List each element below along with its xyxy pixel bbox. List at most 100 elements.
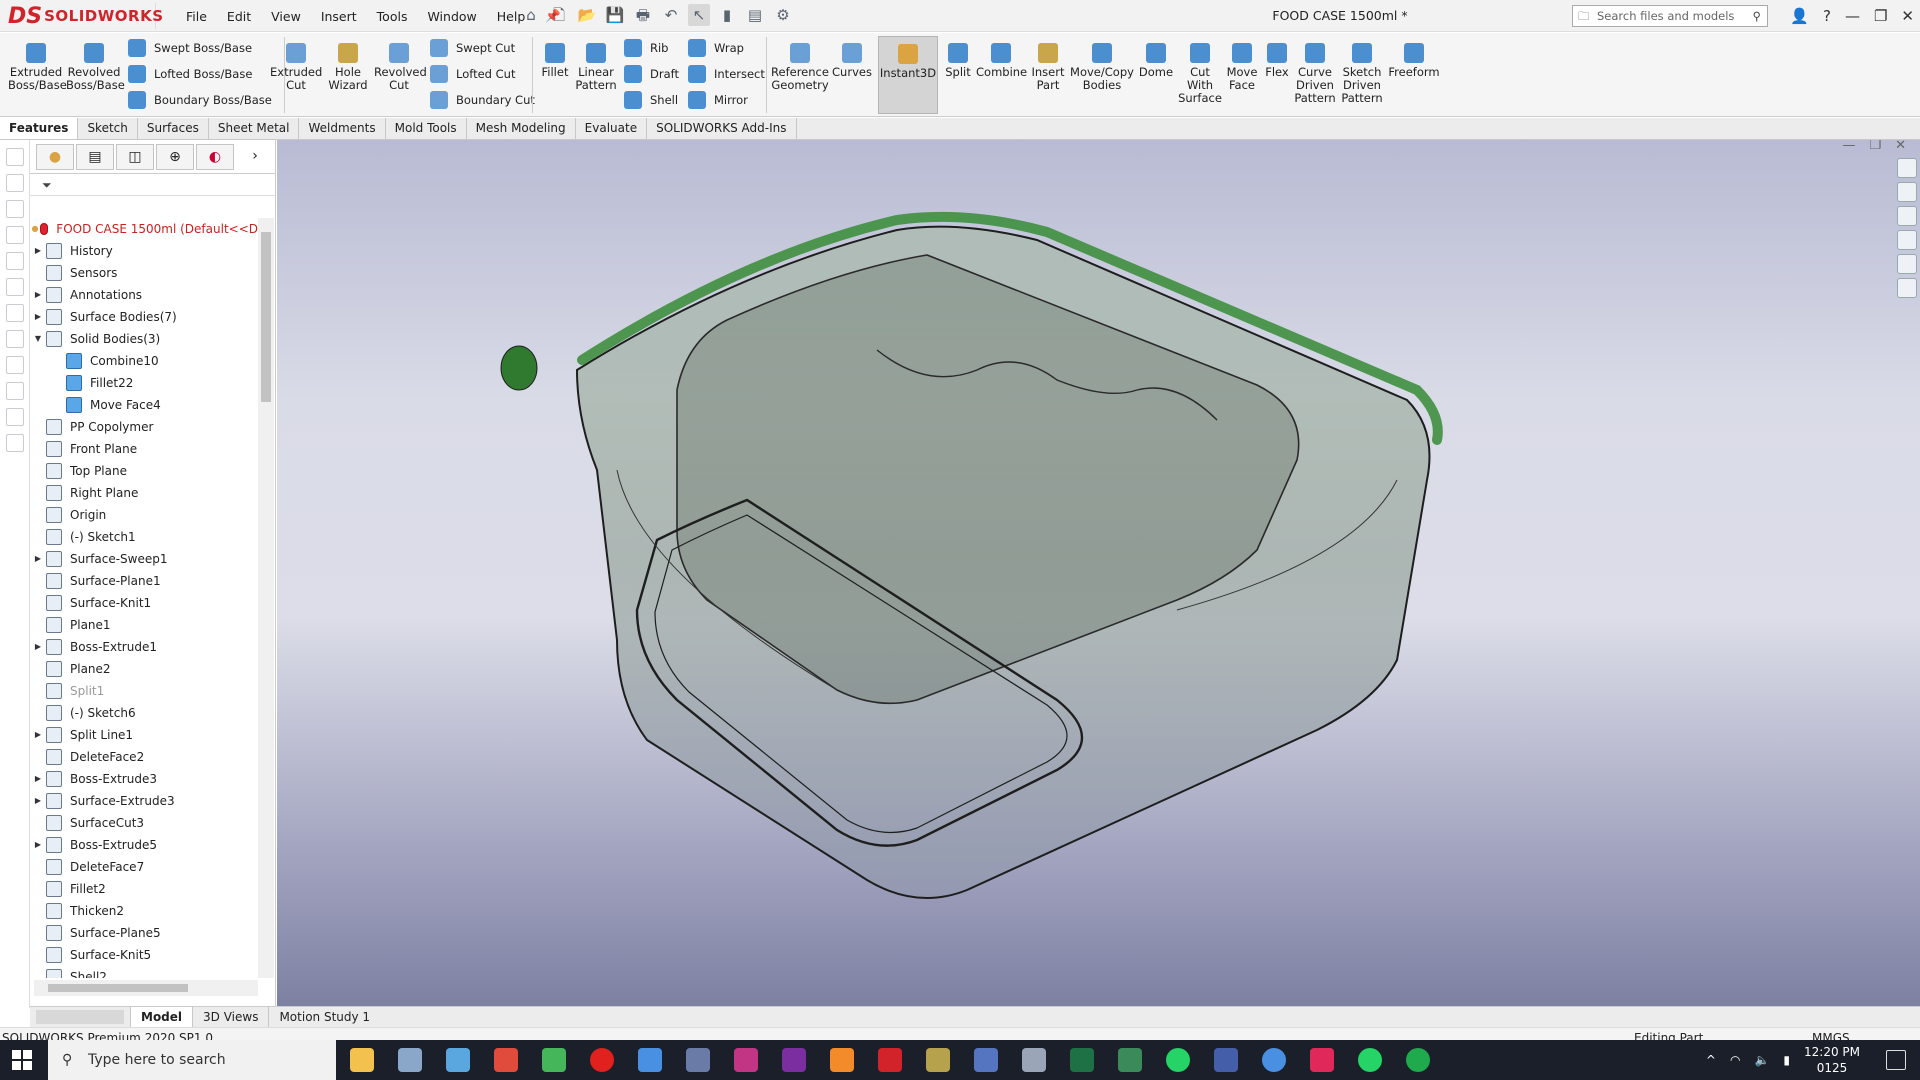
revolved-cut-button[interactable]: Revolved Cut [374, 43, 427, 92]
tree-item[interactable]: DeleteFace7 [30, 856, 258, 878]
lofted-boss-button[interactable]: Lofted Boss/Base [128, 63, 252, 85]
tab-motion-study[interactable]: Motion Study 1 [268, 1007, 380, 1027]
options-gear-icon[interactable]: ⚙ [772, 4, 794, 26]
tree-item[interactable]: ▶ Boss-Extrude3 [30, 768, 258, 790]
tree-item[interactable]: Fillet2 [30, 878, 258, 900]
rebuild-icon[interactable]: ▮ [716, 4, 738, 26]
hole-wizard-button[interactable]: Hole Wizard [322, 43, 374, 92]
move-face-button[interactable]: Move Face [1224, 43, 1260, 92]
chrome-taskbar-icon[interactable] [494, 1048, 518, 1072]
record-taskbar-icon[interactable] [590, 1048, 614, 1072]
sketch-driven-pattern-button[interactable]: Sketch Driven Pattern [1338, 43, 1386, 105]
tab-addins[interactable]: SOLIDWORKS Add-Ins [647, 118, 797, 139]
extruded-cut-button[interactable]: Extruded Cut [270, 43, 322, 92]
tree-item[interactable]: Thicken2 [30, 900, 258, 922]
app-taskbar-icon[interactable] [782, 1048, 806, 1072]
instagram-taskbar-icon[interactable] [734, 1048, 758, 1072]
tree-item[interactable]: DeleteFace2 [30, 746, 258, 768]
print-icon[interactable]: 🖶 [632, 4, 654, 26]
configuration-manager-icon[interactable]: ◫ [116, 143, 154, 170]
strip-tool-icon[interactable] [6, 356, 24, 374]
tab-model[interactable]: Model [130, 1007, 193, 1027]
menu-tools[interactable]: Tools [377, 9, 408, 24]
tab-features[interactable]: Features [0, 118, 79, 139]
expand-arrow-icon[interactable]: ▶ [30, 284, 46, 306]
excel-taskbar-icon[interactable] [1070, 1048, 1094, 1072]
tree-item[interactable]: PP Copolymer [30, 416, 258, 438]
viewport-minimize-icon[interactable]: — [1842, 140, 1855, 153]
expand-arrow-icon[interactable]: ▶ [30, 834, 46, 856]
tree-item[interactable]: Move Face4 [30, 394, 258, 416]
move-copy-bodies-button[interactable]: Move/Copy Bodies [1070, 43, 1134, 92]
viewport-close-icon[interactable]: ✕ [1895, 140, 1906, 153]
tree-item[interactable]: Shell2 [30, 966, 258, 978]
wrap-button[interactable]: Wrap [688, 37, 744, 59]
menu-edit[interactable]: Edit [227, 9, 251, 24]
clock[interactable]: 12:20 PM 0125 [1804, 1044, 1860, 1076]
tree-item[interactable]: ▶ Surface-Sweep1 [30, 548, 258, 570]
tab-scroll-controls[interactable] [36, 1010, 124, 1024]
app-taskbar-icon[interactable] [1214, 1048, 1238, 1072]
strip-tool-icon[interactable] [6, 200, 24, 218]
strip-tool-icon[interactable] [6, 382, 24, 400]
tree-item[interactable]: ▶ History [30, 240, 258, 262]
combine-button[interactable]: Combine [976, 43, 1027, 79]
boundary-cut-button[interactable]: Boundary Cut [430, 89, 535, 111]
tree-item[interactable]: Surface-Knit1 [30, 592, 258, 614]
expand-arrow-icon[interactable]: ▶ [30, 724, 46, 746]
help-icon[interactable]: ? [1823, 7, 1831, 25]
draft-button[interactable]: Draft [624, 63, 679, 85]
tree-item[interactable]: Origin [30, 504, 258, 526]
search-input[interactable]: 🗀 Search files and models ⚲ [1572, 5, 1768, 27]
linear-pattern-button[interactable]: Linear Pattern [574, 43, 618, 92]
tree-item[interactable]: Surface-Plane5 [30, 922, 258, 944]
calculator-taskbar-icon[interactable] [686, 1048, 710, 1072]
dimxpert-icon[interactable]: ⊕ [156, 143, 194, 170]
scroll-thumb[interactable] [48, 984, 188, 992]
tree-item[interactable]: ▶ Annotations [30, 284, 258, 306]
tree-filter[interactable]: ⏷ [30, 174, 275, 196]
tab-sketch[interactable]: Sketch [78, 118, 138, 139]
strip-tool-icon[interactable] [6, 278, 24, 296]
tree-item[interactable]: (-) Sketch1 [30, 526, 258, 548]
search-icon[interactable]: ⚲ [1753, 6, 1761, 26]
file-properties-icon[interactable]: ▤ [744, 4, 766, 26]
app-taskbar-icon[interactable] [974, 1048, 998, 1072]
boundary-boss-button[interactable]: Boundary Boss/Base [128, 89, 272, 111]
solidworks-resources-icon[interactable] [1897, 158, 1917, 178]
freeform-button[interactable]: Freeform [1388, 43, 1440, 79]
tab-mold-tools[interactable]: Mold Tools [386, 118, 467, 139]
extruded-boss-button[interactable]: Extruded Boss/Base [8, 43, 67, 92]
tree-item[interactable]: ▶ Surface Bodies(7) [30, 306, 258, 328]
expand-arrow-icon[interactable]: ▶ [30, 240, 46, 262]
insert-part-button[interactable]: Insert Part [1028, 43, 1068, 92]
collapse-arrow-icon[interactable]: ▼ [30, 328, 46, 350]
close-icon[interactable]: ✕ [1901, 7, 1914, 25]
expand-arrow-icon[interactable]: ▶ [30, 768, 46, 790]
new-document-icon[interactable]: 🗋 [548, 4, 570, 26]
undo-icon[interactable]: ↶ [660, 4, 682, 26]
split-button[interactable]: Split [940, 43, 976, 79]
tree-item[interactable]: ▼ Solid Bodies(3) [30, 328, 258, 350]
strip-tool-icon[interactable] [6, 148, 24, 166]
cut-with-surface-button[interactable]: Cut With Surface [1178, 43, 1222, 105]
solidworks-taskbar-icon[interactable] [878, 1048, 902, 1072]
tab-3d-views[interactable]: 3D Views [192, 1007, 268, 1027]
scroll-thumb[interactable] [261, 232, 271, 402]
taskbar-search[interactable]: ⚲ Type here to search [48, 1040, 336, 1080]
lofted-cut-button[interactable]: Lofted Cut [430, 63, 515, 85]
reference-geometry-button[interactable]: Reference Geometry [770, 43, 830, 92]
flex-button[interactable]: Flex [1262, 43, 1292, 79]
restore-icon[interactable]: ❐ [1874, 7, 1887, 25]
app-taskbar-icon[interactable] [1118, 1048, 1142, 1072]
tree-item[interactable]: Surface-Knit5 [30, 944, 258, 966]
mirror-button[interactable]: Mirror [688, 89, 748, 111]
tree-item[interactable]: Combine10 [30, 350, 258, 372]
tree-vertical-scrollbar[interactable] [258, 218, 274, 978]
tree-item[interactable]: Split1 [30, 680, 258, 702]
shell-button[interactable]: Shell [624, 89, 678, 111]
strip-tool-icon[interactable] [6, 434, 24, 452]
wifi-icon[interactable]: ◠ [1730, 1053, 1740, 1067]
revolved-boss-button[interactable]: Revolved Boss/Base [66, 43, 125, 92]
strip-tool-icon[interactable] [6, 408, 24, 426]
